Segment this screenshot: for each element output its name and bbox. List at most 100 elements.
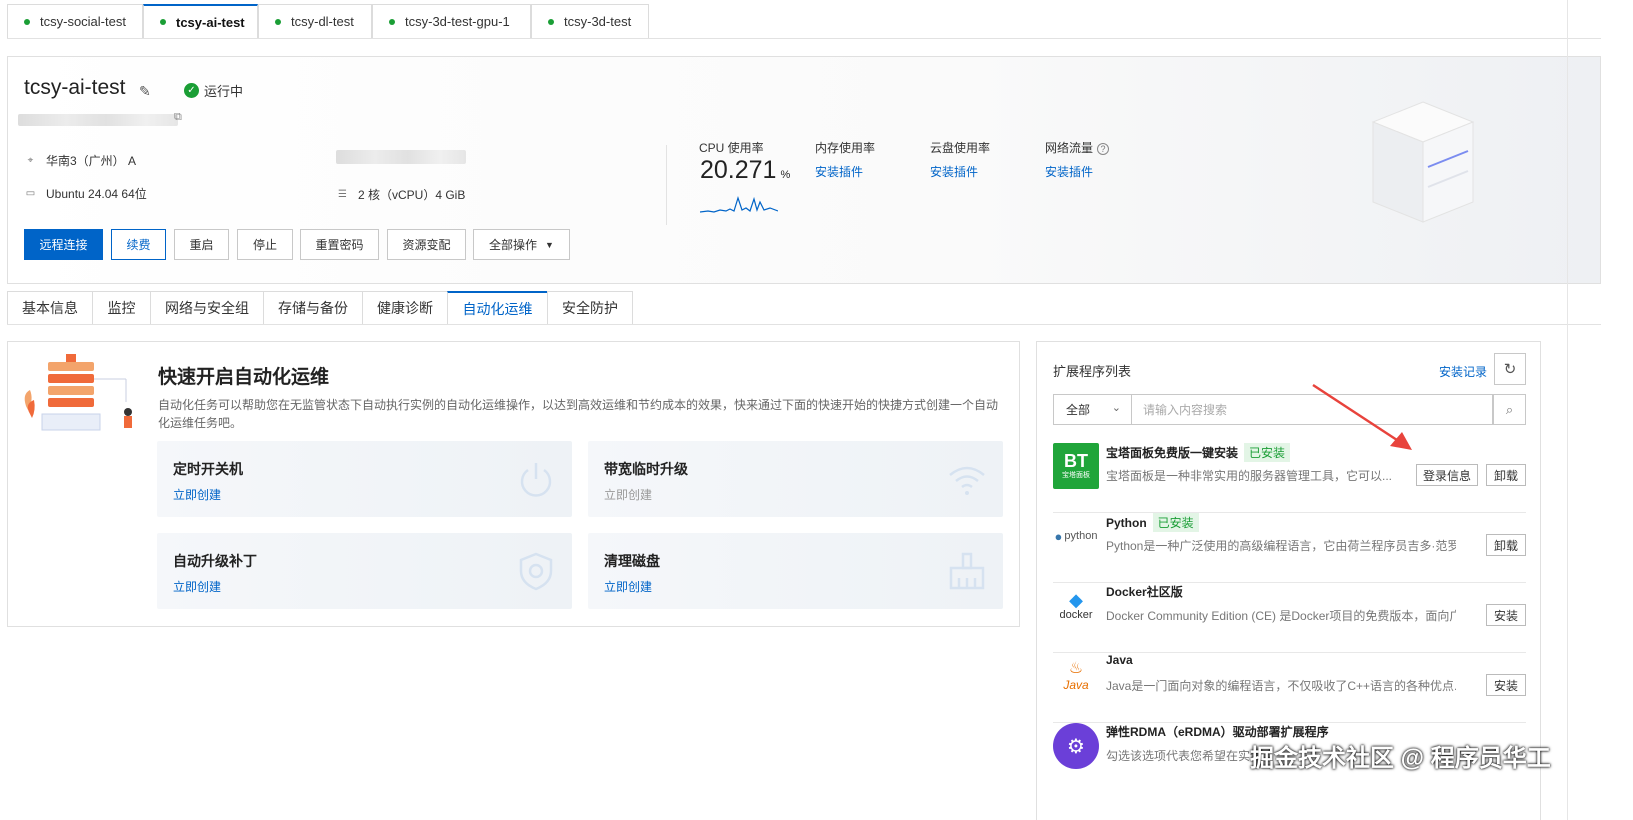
tab-label: tcsy-3d-test-gpu-1 [405,14,510,29]
installed-badge: 已安装 [1244,443,1291,462]
status-dot [389,18,395,25]
tab-storage-backup[interactable]: 存储与备份 [263,291,363,325]
bt-logo-text: BT [1064,451,1088,471]
tab-automation[interactable]: 自动化运维 [447,291,548,325]
extension-item-python: ● python Python 已安装 Python是一种广泛使用的高级编程语言，它… [1053,513,1526,583]
reset-password-button[interactable]: 重置密码 [300,229,379,260]
disk-install-plugin-link[interactable]: 安装插件 [930,163,978,180]
tile-scheduled-power: 定时开关机 立即创建 [157,441,572,517]
instance-tab-dl-test[interactable]: tcsy-dl-test [258,4,372,39]
extensions-title: 扩展程序列表 [1053,364,1132,379]
status-badge: ✓ 运行中 [184,81,243,100]
network-install-plugin-link[interactable]: 安装插件 [1045,163,1093,180]
region-info: ⌖ 华南3（广州） A [24,152,136,169]
disk-label: 云盘使用率 [930,141,991,155]
instance-overview-card: tcsy-ai-test ✎ ✓ 运行中 ⧉ ⌖ 华南3（广州） A ▭ Ubuntu… [7,56,1601,284]
status-text: 运行中 [204,84,244,99]
tile-auto-patch: 自动升级补丁 立即创建 [157,533,572,609]
resize-button[interactable]: 资源变配 [387,229,466,260]
instance-tab-3d-test-gpu-1[interactable]: tcsy-3d-test-gpu-1 [372,4,531,39]
stop-button[interactable]: 停止 [237,229,293,260]
tab-security-protection[interactable]: 安全防护 [547,291,633,325]
memory-label: 内存使用率 [815,141,876,155]
search-button[interactable]: ⌕ [1493,394,1526,425]
os-info: ▭ Ubuntu 24.04 64位 [24,185,147,202]
install-button[interactable]: 安装 [1486,674,1526,696]
tab-basic-info[interactable]: 基本信息 [7,291,93,325]
create-now-link[interactable]: 立即创建 [604,578,652,595]
cpu-value: 20.271% [700,156,790,185]
tile-bandwidth-upgrade: 带宽临时升级 立即创建 [588,441,1003,517]
help-icon[interactable]: ? [1097,143,1110,155]
cpu-unit: % [780,169,791,181]
extension-name-text: 宝塔面板免费版一键安装 [1106,446,1239,460]
search-placeholder: 请输入内容搜索 [1143,403,1228,417]
blurred-instance-id [18,114,178,126]
refresh-button[interactable]: ↻ [1494,353,1526,385]
instance-tab-ai-test[interactable]: tcsy-ai-test [143,4,258,39]
tab-label: tcsy-ai-test [176,14,245,30]
chevron-down-icon: ⌄ [1111,402,1121,414]
extension-name: 宝塔面板免费版一键安装 已安装 [1106,443,1291,462]
category-select-value: 全部 [1066,403,1091,417]
tab-health-diagnosis[interactable]: 健康诊断 [362,291,448,325]
extension-description: Java是一门面向对象的编程语言，不仅吸收了C++语言的各种优点... [1106,679,1456,693]
all-ops-label: 全部操作 [489,238,538,252]
tile-title: 带宽临时升级 [604,461,688,477]
erdma-logo-icon: ⚙ [1053,723,1099,769]
extension-name-text: Python [1106,515,1147,530]
login-info-button[interactable]: 登录信息 [1416,464,1478,486]
create-now-link[interactable]: 立即创建 [173,578,221,595]
category-select[interactable]: 全部 ⌄ [1053,394,1132,425]
metrics-divider [666,145,667,225]
server-cube-illustration [1371,101,1475,223]
network-label-text: 网络流量 [1045,141,1094,155]
tab-divider [7,324,1601,325]
restart-button[interactable]: 重启 [174,229,229,260]
extension-item-docker: ◆ docker Docker社区版 Docker Community Editi… [1053,583,1526,653]
extension-item-bt-panel: BT 宝塔面板 宝塔面板免费版一键安装 已安装 宝塔面板是一种非常实用的服务器管理… [1053,443,1526,513]
install-log-link[interactable]: 安装记录 [1439,363,1487,380]
tab-monitoring[interactable]: 监控 [92,291,151,325]
tab-label: tcsy-dl-test [291,14,354,29]
automation-description: 自动化任务可以帮助您在无监管状态下自动执行实例的自动化运维操作，以达到高效运维和… [158,398,999,430]
python-logo-text: python [1064,530,1098,542]
installed-badge: 已安装 [1152,513,1199,532]
remote-connect-button[interactable]: 远程连接 [24,229,103,260]
install-button[interactable]: 安装 [1486,604,1526,626]
all-operations-dropdown[interactable]: 全部操作 ▼ [473,229,570,260]
instance-tab-3d-test[interactable]: tcsy-3d-test [531,4,649,39]
status-dot [24,18,30,25]
bt-panel-logo: BT 宝塔面板 [1053,443,1099,489]
chevron-down-icon: ▼ [545,239,554,250]
extension-name: Docker社区版 [1106,583,1183,600]
extension-description: Python是一种广泛使用的高级编程语言，它由荷兰程序员吉多·范罗... [1106,539,1456,553]
tile-title: 自动升级补丁 [173,553,257,569]
memory-install-plugin-link[interactable]: 安装插件 [815,163,863,180]
create-now-link[interactable]: 立即创建 [173,486,221,503]
scrollbar-track[interactable] [1567,0,1568,820]
check-icon: ✓ [184,83,199,98]
annotation-arrow [1312,383,1412,450]
tab-divider [7,38,1601,39]
copy-icon[interactable]: ⧉ [174,111,182,124]
tile-title: 清理磁盘 [604,553,660,569]
edit-icon[interactable]: ✎ [139,83,151,100]
extension-name-text: Java [1106,653,1133,667]
extension-name: Java [1106,653,1133,667]
uninstall-button[interactable]: 卸载 [1486,464,1526,486]
renew-button[interactable]: 续费 [111,229,166,260]
automation-panel: 快速开启自动化运维 自动化任务可以帮助您在无监管状态下自动执行实例的自动化运维操… [7,341,1020,627]
refresh-icon: ↻ [1503,361,1517,378]
python-logo: ● python [1054,528,1098,544]
status-dot [160,19,166,25]
extension-description: Docker Community Edition (CE) 是Docker项目的… [1106,609,1456,623]
uninstall-button[interactable]: 卸载 [1486,534,1526,556]
search-icon: ⌕ [1505,401,1514,417]
instance-tab-social-test[interactable]: tcsy-social-test [7,4,143,39]
tab-network-security[interactable]: 网络与安全组 [150,291,264,325]
watermark: 掘金技术社区 @ 程序员华工 [1250,745,1551,772]
cpu-number: 20.271 [700,156,777,184]
tab-label: tcsy-3d-test [564,14,632,29]
instance-name: tcsy-ai-test [24,76,126,99]
